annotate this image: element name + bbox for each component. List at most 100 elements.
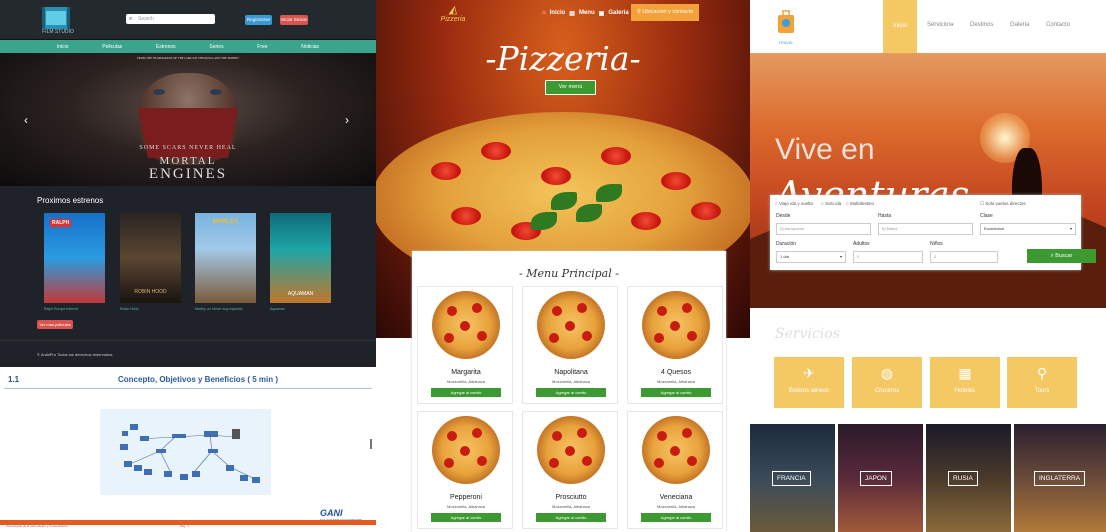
destination-inglaterra[interactable]: INGLATERRA	[1014, 424, 1106, 532]
destination-rusia[interactable]: RUSIA	[926, 424, 1011, 532]
checkbox-direct-flights[interactable]: ☐ Solo vuelos directos	[980, 201, 1026, 207]
destination-francia[interactable]: FRANCIA	[750, 424, 835, 532]
carousel-prev-icon[interactable]: ‹	[24, 113, 28, 127]
radio-round-trip[interactable]: ○ Viaje ida y vuelta	[775, 201, 813, 206]
nav-item-noticias[interactable]: Noticias	[301, 44, 319, 50]
pizza-image	[642, 416, 710, 484]
menu-card-pepperoni: Pepperoni Mozzarella, Albahaca Agregar a…	[417, 411, 513, 529]
menu-card-4-quesos: 4 Quesos Mozzarella, Albahaca Agregar al…	[627, 286, 723, 404]
adultos-input[interactable]: 0	[853, 251, 923, 263]
nav-item-inicio[interactable]: Inicio	[57, 44, 69, 50]
service-boletos[interactable]: ✈ Boletos aéreos	[774, 357, 844, 408]
clase-label: Clase	[980, 213, 993, 219]
destination-japon[interactable]: JAPON	[838, 424, 923, 532]
poster-label: AQUAMAN	[287, 291, 314, 297]
pizza-desc: Mozzarella, Albahaca	[551, 379, 591, 384]
home-icon: ⌂	[542, 10, 546, 16]
add-to-cart-button[interactable]: Agregar al carrito	[641, 388, 711, 397]
add-to-cart-button[interactable]: Agregar al carrito	[431, 513, 501, 522]
desde-label: Desde	[776, 213, 791, 219]
radio-multidestino[interactable]: ○ Multidestino	[846, 201, 874, 206]
add-to-cart-button[interactable]: Agregar al carrito	[641, 513, 711, 522]
movie-site-panel: FILM STUDIO ⌕ Search Registrarse Iniciar…	[0, 0, 376, 367]
service-hoteles[interactable]: ▦ Hoteles	[930, 357, 1000, 408]
nav-item-series[interactable]: Series	[209, 44, 223, 50]
service-cruceros[interactable]: ◍ Cruceros	[852, 357, 922, 408]
pizza-desc: Mozzarella, Albahaca	[656, 504, 696, 509]
poster-title[interactable]: Aquaman	[270, 307, 334, 311]
radio-label: Solo ida	[824, 201, 842, 206]
ver-menu-button[interactable]: Ver menú	[545, 80, 596, 95]
pizzeria-logo-text: Pizzeria	[440, 16, 466, 23]
footer-page: Pág. 4	[180, 524, 189, 528]
hasta-label: Hasta	[878, 213, 892, 219]
pizzeria-nav: ⌂ Inicio ▤ Menu ▣ Galeria	[542, 10, 629, 17]
nav-item-servicios[interactable]: Servicios	[927, 22, 951, 28]
poster-title[interactable]: Ralph Rompe Internet	[44, 307, 108, 311]
movie-search-input[interactable]: ⌕ Search	[126, 14, 215, 24]
service-label: Tours	[1034, 388, 1050, 394]
pizza-name: 4 Quesos	[661, 369, 691, 376]
radio-label: Multidestino	[849, 201, 874, 206]
poster-robin-hood[interactable]: ROBIN HOOD	[120, 213, 181, 303]
register-button[interactable]: Registrarse	[245, 15, 272, 25]
movie-footer: © AnilaPro Todos los derechos reservados…	[0, 340, 376, 367]
pizza-name: Napolitana	[554, 369, 588, 376]
servicios-title: Servicios	[775, 326, 840, 342]
nav-item-destinos[interactable]: Destinos	[970, 22, 993, 28]
hero-eye-right	[210, 89, 222, 95]
pizza-image	[432, 291, 500, 359]
service-tours[interactable]: ⚲ Tours	[1007, 357, 1077, 408]
nav-item-galeria[interactable]: Galeria	[1010, 22, 1029, 28]
nav-item-contacto[interactable]: Contacto	[1046, 22, 1070, 28]
add-to-cart-button[interactable]: Agregar al carrito	[536, 513, 606, 522]
hero-eye-left	[153, 89, 165, 95]
brand-logo: GANI	[320, 508, 343, 518]
menu-section: - Menu Principal - Margarita Mozzarella,…	[412, 251, 726, 532]
pizza-image	[537, 291, 605, 359]
add-to-cart-button[interactable]: Agregar al carrito	[536, 388, 606, 397]
poster-marley[interactable]: MARLEY	[195, 213, 256, 303]
add-to-cart-button[interactable]: Agregar al carrito	[431, 388, 501, 397]
pizza-name: Pepperoni	[450, 494, 482, 501]
radio-one-way[interactable]: ○ Solo ida	[821, 201, 841, 206]
pizzeria-logo[interactable]: ◭ Pizzeria	[438, 3, 468, 23]
service-label: Cruceros	[874, 388, 900, 394]
clase-select[interactable]: Económica ▾	[980, 223, 1076, 235]
nav-item-estrenos[interactable]: Estrenos	[156, 44, 176, 50]
pizza-image	[432, 416, 500, 484]
carousel-next-icon[interactable]: ›	[345, 113, 349, 127]
location-label: Ubicacion y contacto	[642, 9, 694, 15]
pizza-name: Prosciutto	[555, 494, 587, 501]
nav-item-inicio[interactable]: Inicio	[883, 0, 917, 53]
destination-label: INGLATERRA	[1034, 471, 1086, 486]
hero-carousel: FROM THE FILMMAKERS OF THE LORD OF THE R…	[0, 53, 376, 186]
nav-item-inicio[interactable]: Inicio	[550, 10, 566, 17]
pizza-desc: Mozzarella, Albahaca	[656, 379, 696, 384]
desde-input[interactable]: Ej Aeropuerto	[776, 223, 871, 235]
network-diagram	[100, 409, 271, 495]
chevron-down-icon: ▾	[951, 22, 954, 28]
chevron-down-icon: ▾	[1069, 226, 1072, 231]
nav-item-free[interactable]: Free	[257, 44, 267, 50]
map-pin-icon: ⚲	[1036, 365, 1048, 381]
login-button[interactable]: Iniciar Sesion	[280, 15, 308, 25]
poster-ralph[interactable]: RALPH	[44, 213, 105, 303]
ver-mas-button[interactable]: Ver mas peliculas	[37, 320, 73, 329]
buscar-button[interactable]: ⌕ Buscar	[1027, 249, 1096, 263]
duracion-value: 1 día	[780, 254, 789, 259]
travel-logo[interactable]: TRAVEL	[774, 9, 798, 45]
nav-item-peliculas[interactable]: Peliculas	[102, 44, 122, 50]
poster-title[interactable]: Marley, un heroe muy especial	[195, 307, 259, 311]
duracion-select[interactable]: 1 día ▾	[776, 251, 846, 263]
pizza-image	[537, 416, 605, 484]
poster-title[interactable]: Robin Hood	[120, 307, 184, 311]
checkbox-label: Solo vuelos directos	[985, 201, 1026, 206]
hasta-input[interactable]: Ej Miami	[878, 223, 973, 235]
poster-aquaman[interactable]: AQUAMAN	[270, 213, 331, 303]
nav-item-menu[interactable]: Menu	[579, 10, 595, 17]
location-button[interactable]: ⚲ Ubicacion y contacto	[631, 4, 699, 21]
scrollbar[interactable]	[370, 439, 372, 449]
nav-item-galeria[interactable]: Galeria	[608, 10, 628, 17]
ninos-input[interactable]: 0	[930, 251, 998, 263]
